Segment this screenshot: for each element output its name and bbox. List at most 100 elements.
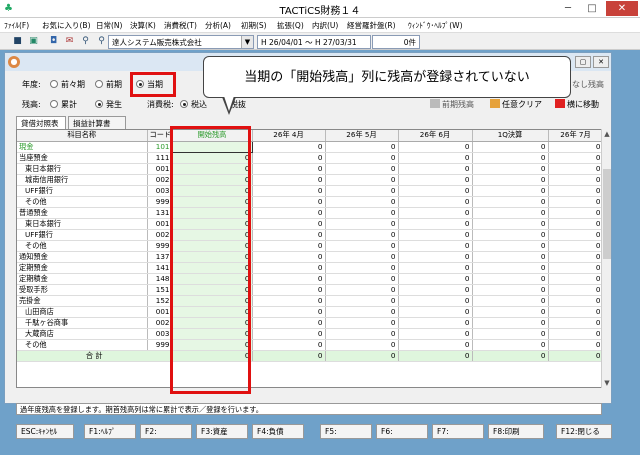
amount-cell[interactable]: 0 [398, 317, 473, 329]
amount-cell[interactable]: 0 [548, 317, 601, 329]
amount-cell[interactable]: 0 [398, 218, 473, 230]
clear-button[interactable]: 任意クリア [490, 99, 542, 110]
radio-nendo-zenzenki[interactable]: 前々期 [50, 79, 85, 90]
fkey-esc-cancel[interactable]: ESC:ｷｬﾝｾﾙ [16, 424, 74, 439]
maximize-icon[interactable]: □ [580, 1, 604, 16]
minimize-icon[interactable]: ─ [556, 1, 580, 16]
amount-cell[interactable]: 0 [398, 229, 473, 241]
amount-cell[interactable]: 0 [325, 207, 399, 219]
menu-favorites[interactable]: お気に入り(B) [42, 20, 91, 31]
amount-cell[interactable]: 0 [325, 240, 399, 252]
fkey-f8-print[interactable]: F8:印刷 [488, 424, 544, 439]
amount-cell[interactable]: 0 [398, 207, 473, 219]
amount-cell[interactable]: 0 [252, 185, 326, 197]
scroll-down-icon[interactable]: ▼ [602, 378, 612, 388]
amount-cell[interactable]: 0 [472, 152, 549, 164]
amount-cell[interactable]: 0 [252, 196, 326, 208]
amount-cell[interactable]: 0 [252, 152, 326, 164]
fkey-f3-assets[interactable]: F3:資産 [196, 424, 248, 439]
vertical-scrollbar[interactable]: ▲ ▼ [601, 129, 611, 388]
menu-analysis[interactable]: 分析(A) [205, 20, 231, 31]
amount-cell[interactable]: 0 [325, 152, 399, 164]
amount-cell[interactable]: 0 [325, 284, 399, 296]
radio-tax-included[interactable]: 税込 [180, 99, 207, 110]
amount-cell[interactable]: 0 [548, 240, 601, 252]
inner-close-icon[interactable]: ✕ [593, 56, 609, 68]
amount-cell[interactable]: 0 [325, 218, 399, 230]
amount-cell[interactable]: 0 [548, 207, 601, 219]
amount-cell[interactable]: 0 [325, 262, 399, 274]
menu-closing[interactable]: 決算(K) [130, 20, 156, 31]
amount-cell[interactable]: 0 [252, 295, 326, 307]
menu-extension[interactable]: 拡張(Q) [277, 20, 304, 31]
menu-file[interactable]: ﾌｧｲﾙ(F) [4, 20, 29, 31]
menu-initial[interactable]: 初期(S) [241, 20, 267, 31]
tab-income-statement[interactable]: 損益計算書 [68, 116, 126, 129]
amount-cell[interactable]: 0 [472, 339, 549, 351]
amount-cell[interactable]: 0 [398, 152, 473, 164]
amount-cell[interactable]: 0 [472, 218, 549, 230]
amount-cell[interactable]: 0 [548, 251, 601, 263]
zero-balance-toggle[interactable]: なし残高 [572, 79, 604, 90]
amount-cell[interactable]: 0 [325, 317, 399, 329]
amount-cell[interactable]: 0 [398, 174, 473, 186]
amount-cell[interactable]: 0 [252, 339, 326, 351]
amount-cell[interactable]: 0 [472, 174, 549, 186]
amount-cell[interactable]: 0 [398, 306, 473, 318]
amount-cell[interactable]: 0 [398, 185, 473, 197]
amount-cell[interactable]: 0 [548, 295, 601, 307]
amount-cell[interactable]: 0 [398, 273, 473, 285]
amount-cell[interactable]: 0 [548, 185, 601, 197]
amount-cell[interactable]: 0 [548, 262, 601, 274]
amount-cell[interactable]: 0 [252, 306, 326, 318]
search-icon[interactable]: ⚲ [80, 36, 91, 47]
amount-cell[interactable]: 0 [548, 306, 601, 318]
fkey-f12-close[interactable]: F12:閉じる [556, 424, 612, 439]
period-field[interactable]: H 26/04/01 ～ H 27/03/31 [257, 35, 371, 49]
radio-zandaka-hassei[interactable]: 発生 [95, 99, 122, 110]
radio-zandaka-ruikei[interactable]: 累計 [50, 99, 77, 110]
menu-tax[interactable]: 消費税(T) [164, 20, 197, 31]
amount-cell[interactable]: 0 [252, 240, 326, 252]
amount-cell[interactable]: 0 [398, 328, 473, 340]
amount-cell[interactable]: 0 [398, 141, 473, 153]
amount-cell[interactable]: 0 [548, 152, 601, 164]
amount-cell[interactable]: 0 [472, 328, 549, 340]
amount-cell[interactable]: 0 [398, 163, 473, 175]
amount-cell[interactable]: 0 [548, 218, 601, 230]
tab-balance-sheet[interactable]: 貸借対照表 [16, 116, 66, 129]
amount-cell[interactable]: 0 [548, 339, 601, 351]
amount-cell[interactable]: 0 [252, 273, 326, 285]
amount-cell[interactable]: 0 [472, 207, 549, 219]
amount-cell[interactable]: 0 [398, 339, 473, 351]
amount-cell[interactable]: 0 [472, 185, 549, 197]
amount-cell[interactable]: 0 [472, 196, 549, 208]
amount-cell[interactable]: 0 [325, 306, 399, 318]
menu-compass[interactable]: 経営羅針盤(R) [347, 20, 396, 31]
amount-cell[interactable]: 0 [252, 163, 326, 175]
scroll-thumb[interactable] [603, 169, 611, 259]
chevron-down-icon[interactable]: ▼ [241, 36, 253, 48]
amount-cell[interactable]: 0 [472, 295, 549, 307]
save-icon[interactable]: ■ [12, 36, 23, 47]
amount-cell[interactable]: 0 [325, 141, 399, 153]
amount-cell[interactable]: 0 [548, 163, 601, 175]
amount-cell[interactable]: 0 [472, 251, 549, 263]
fkey-f2[interactable]: F2: [140, 424, 192, 439]
fkey-f7[interactable]: F7: [432, 424, 484, 439]
menu-window-help[interactable]: ｳｨﾝﾄﾞｳ･ﾍﾙﾌﾟ(W) [408, 20, 463, 31]
amount-cell[interactable]: 0 [325, 339, 399, 351]
fkey-f1-help[interactable]: F1:ﾍﾙﾌﾟ [84, 424, 136, 439]
mail-icon[interactable]: ✉ [64, 36, 75, 47]
amount-cell[interactable]: 0 [325, 251, 399, 263]
prev-balance-button[interactable]: 前期残高 [430, 99, 474, 110]
amount-cell[interactable]: 0 [548, 174, 601, 186]
inner-restore-icon[interactable]: ▢ [575, 56, 591, 68]
fkey-f5[interactable]: F5: [320, 424, 372, 439]
amount-cell[interactable]: 0 [472, 262, 549, 274]
amount-cell[interactable]: 0 [472, 273, 549, 285]
amount-cell[interactable]: 0 [472, 229, 549, 241]
amount-cell[interactable]: 0 [325, 163, 399, 175]
close-icon[interactable]: ✕ [606, 1, 638, 16]
amount-cell[interactable]: 0 [252, 174, 326, 186]
